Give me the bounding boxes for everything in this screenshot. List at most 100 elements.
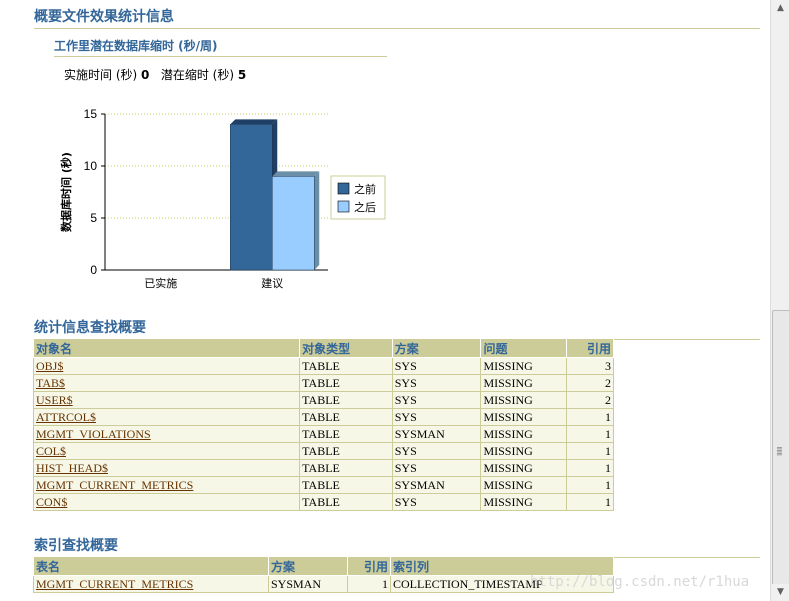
index-cell: 1 — [347, 575, 391, 593]
stats-cell: MGMT_CURRENT_METRICS — [32, 476, 301, 494]
stats-section-title: 统计信息查找概要 — [34, 317, 760, 340]
y-tick-label: 10 — [84, 159, 98, 173]
stats-cell: SYS — [391, 408, 482, 426]
stats-cell: SYS — [391, 493, 482, 511]
potential-value: 5 — [237, 68, 247, 82]
stats-row: COL$ TABLE SYS MISSING 1 — [32, 442, 614, 460]
stats-link[interactable]: TAB$ — [36, 376, 65, 390]
stats-cell: SYSMAN — [391, 476, 482, 494]
col-object-name[interactable]: 对象名 — [32, 338, 301, 358]
stats-cell: 1 — [566, 442, 614, 460]
stats-cell: 1 — [566, 493, 614, 511]
stats-link[interactable]: OBJ$ — [36, 359, 63, 373]
stats-cell: MISSING — [480, 493, 568, 511]
stats-cell: 1 — [566, 476, 614, 494]
stats-header-row: 对象名 对象类型 方案 问题 引用 — [32, 338, 614, 358]
stats-table: 对象名 对象类型 方案 问题 引用 OBJ$ TABLE SYS MISSING 3 TA… — [32, 338, 614, 511]
stats-cell: COL$ — [32, 442, 301, 460]
bar-side — [314, 171, 320, 270]
bar-top — [272, 171, 320, 177]
stats-link[interactable]: MGMT_CURRENT_METRICS — [36, 478, 193, 492]
stats-cell: MISSING — [480, 425, 568, 443]
stats-cell: MISSING — [480, 357, 568, 375]
bar — [230, 124, 273, 271]
arrow-down-icon[interactable]: ▼ — [772, 584, 789, 601]
stats-link[interactable]: COL$ — [36, 444, 66, 458]
stats-cell: TABLE — [299, 425, 393, 443]
x-tick-label: 建议 — [261, 276, 283, 290]
stats-link[interactable]: USER$ — [36, 393, 73, 407]
watermark: http://blog.csdn.net/r1hua — [530, 574, 750, 590]
section-subtitle: 工作里潜在数据库缩时 (秒/周) — [54, 37, 387, 57]
x-tick-label: 已实施 — [144, 276, 177, 290]
stats-cell: 2 — [566, 391, 614, 409]
stats-cell: MGMT_VIOLATIONS — [32, 425, 301, 443]
stats-cell: 2 — [566, 374, 614, 392]
bar-top — [230, 119, 278, 125]
col-index-columns[interactable]: 索引列 — [390, 556, 614, 576]
stats-cell: SYSMAN — [391, 425, 482, 443]
stats-cell: TABLE — [299, 476, 393, 494]
legend-label: 之前 — [354, 182, 376, 196]
bar-chart: 0 5 10 15 数据库时间 (秒) 已实施 建议 之前之后 — [59, 107, 386, 290]
stats-row: MGMT_CURRENT_METRICS TABLE SYSMAN MISSING 1 — [32, 476, 614, 494]
y-axis-label: 数据库时间 (秒) — [59, 152, 73, 232]
stats-cell: TABLE — [299, 442, 393, 460]
stats-cell: SYS — [391, 391, 482, 409]
scrollbar-thumb[interactable]: ═ ═ ═ — [772, 310, 789, 585]
impl-label: 实施时间 (秒) — [64, 68, 138, 82]
summary-line: 实施时间 (秒) 0 潜在缩时 (秒) 5 — [64, 66, 246, 83]
stats-link[interactable]: MGMT_VIOLATIONS — [36, 427, 151, 441]
impl-value: 0 — [141, 68, 150, 82]
legend-swatch — [337, 200, 350, 213]
col-issue[interactable]: 问题 — [480, 338, 568, 358]
col-schema[interactable]: 方案 — [391, 338, 482, 358]
index-cell: SYSMAN — [268, 575, 348, 593]
stats-cell: 1 — [566, 459, 614, 477]
stats-cell: MISSING — [480, 374, 568, 392]
stats-cell: SYS — [391, 442, 482, 460]
index-cell: MGMT_CURRENT_METRICS — [33, 575, 269, 593]
stats-cell: MISSING — [480, 459, 568, 477]
stats-cell: TABLE — [299, 493, 393, 511]
grip-icon: ═ ═ ═ — [777, 444, 782, 459]
stats-cell: TAB$ — [32, 374, 301, 392]
stats-row: USER$ TABLE SYS MISSING 2 — [32, 391, 614, 409]
stats-row: TAB$ TABLE SYS MISSING 2 — [32, 374, 614, 392]
page-content: 概要文件效果统计信息 工作里潜在数据库缩时 (秒/周) 实施时间 (秒) 0 潜… — [0, 0, 770, 601]
stats-link[interactable]: ATTRCOL$ — [36, 410, 96, 424]
col-references[interactable]: 引用 — [566, 338, 614, 358]
stats-cell: MISSING — [480, 476, 568, 494]
stats-row: HIST_HEAD$ TABLE SYS MISSING 1 — [32, 459, 614, 477]
stats-row: CON$ TABLE SYS MISSING 1 — [32, 493, 614, 511]
index-row: MGMT_CURRENT_METRICS SYSMAN 1 COLLECTION_TI… — [33, 575, 614, 593]
stats-cell: 1 — [566, 425, 614, 443]
stats-cell: SYS — [391, 459, 482, 477]
stats-cell: USER$ — [32, 391, 301, 409]
index-header-row: 表名 方案 引用 索引列 — [33, 556, 614, 576]
legend-swatch — [337, 182, 350, 195]
stats-cell: SYS — [391, 357, 482, 375]
y-tick-label: 5 — [90, 211, 97, 225]
stats-cell: CON$ — [32, 493, 301, 511]
col-table-name[interactable]: 表名 — [33, 556, 269, 576]
stats-cell: 3 — [566, 357, 614, 375]
stats-cell: TABLE — [299, 357, 393, 375]
col-index-schema[interactable]: 方案 — [268, 556, 348, 576]
vertical-scrollbar[interactable]: ▲ ═ ═ ═ ▼ — [770, 0, 789, 601]
stats-link[interactable]: CON$ — [36, 495, 67, 509]
index-table: 表名 方案 引用 索引列 MGMT_CURRENT_METRICS SYSMAN 1… — [33, 556, 614, 593]
stats-cell: TABLE — [299, 391, 393, 409]
stats-cell: TABLE — [299, 408, 393, 426]
col-object-type[interactable]: 对象类型 — [299, 338, 393, 358]
stats-cell: 1 — [566, 408, 614, 426]
stats-link[interactable]: HIST_HEAD$ — [36, 461, 108, 475]
stats-cell: ATTRCOL$ — [32, 408, 301, 426]
col-index-references[interactable]: 引用 — [347, 556, 391, 576]
stats-row: OBJ$ TABLE SYS MISSING 3 — [32, 357, 614, 375]
arrow-up-icon[interactable]: ▲ — [772, 0, 789, 17]
stats-cell: TABLE — [299, 459, 393, 477]
stats-cell: MISSING — [480, 408, 568, 426]
index-link[interactable]: MGMT_CURRENT_METRICS — [36, 577, 193, 591]
index-section-title: 索引查找概要 — [34, 535, 760, 558]
